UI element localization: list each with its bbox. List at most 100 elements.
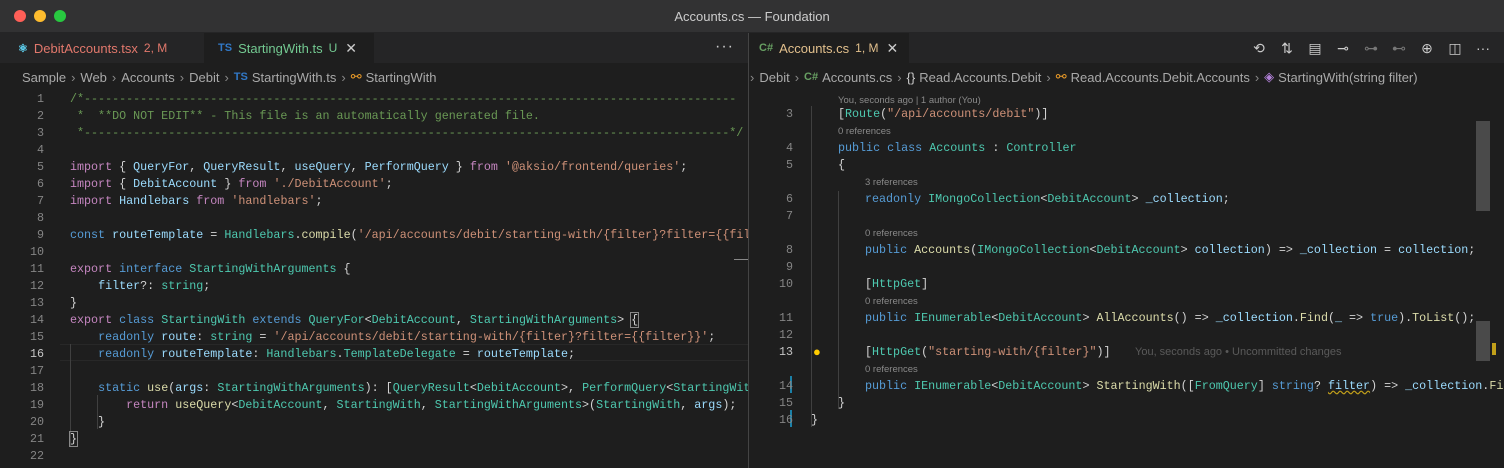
indent-guide [811, 106, 812, 427]
chevron-right-icon: › [897, 69, 902, 85]
git-compare-icon[interactable]: ⊕ [1418, 40, 1436, 57]
line-number: 16 [778, 413, 793, 427]
line-number: 19 [29, 398, 44, 412]
line-number: 7 [785, 209, 793, 223]
line-number: 12 [778, 328, 793, 342]
close-tab-icon[interactable]: ✕ [887, 40, 899, 57]
scrollbar-thumb[interactable] [1476, 321, 1490, 361]
line-number: 15 [29, 330, 44, 344]
code-editor-left[interactable]: 1 /*------------------------------------… [0, 91, 748, 468]
breadcrumb: Sample › Web › Accounts › Debit › TS Startin… [0, 63, 748, 91]
git-commit-icon[interactable]: ⊸ [1334, 40, 1352, 57]
chevron-right-icon: › [794, 69, 800, 85]
line-number: 10 [778, 277, 793, 291]
split-editor-icon[interactable]: ◫ [1446, 40, 1464, 57]
class-symbol-icon: ⚯ [350, 69, 362, 84]
left-editor-group: ⚛ DebitAccounts.tsx 2, M TS StartingWith… [0, 33, 748, 468]
tab-accounts-cs[interactable]: C# Accounts.cs 1, M ✕ [749, 33, 909, 63]
class-symbol-icon: ⚯ [1055, 69, 1067, 84]
namespace-icon: {} [906, 69, 916, 85]
breadcrumb-item[interactable]: Accounts [121, 70, 174, 85]
scrollbar-thumb[interactable] [1476, 121, 1490, 211]
code-line: import { QueryFor, QueryResult, useQuery… [70, 160, 688, 174]
codelens-references[interactable]: 0 references [865, 363, 918, 376]
more-actions-icon[interactable]: ··· [1474, 40, 1492, 56]
tab-status: U [328, 41, 338, 55]
code-line: import { DebitAccount } from './DebitAcc… [70, 177, 393, 191]
line-number: 7 [36, 194, 44, 208]
tab-startingwith-ts[interactable]: TS StartingWith.ts U ✕ [204, 33, 374, 63]
codelens-references[interactable]: 0 references [865, 227, 918, 240]
chevron-right-icon: › [224, 69, 229, 85]
right-tab-bar: C# Accounts.cs 1, M ✕ ⟲ ⇅ ▤ ⊸ ⊶ ⊷ ⊕ ◫ ··… [749, 33, 1504, 63]
line-number: 12 [29, 279, 44, 293]
code-line: static use(args: StartingWithArguments):… [98, 381, 748, 395]
line-number: 17 [29, 364, 44, 378]
codelens-references[interactable]: 0 references [838, 125, 891, 138]
git-blame-annotation: You, seconds ago • Uncommitted changes [1135, 346, 1342, 358]
code-line: readonly IMongoCollection<DebitAccount> … [865, 192, 1230, 206]
code-line: [HttpGet] [865, 277, 929, 291]
breadcrumb-item[interactable]: Read.Accounts.Debit [919, 70, 1041, 85]
close-tab-icon[interactable]: ✕ [345, 40, 357, 57]
tab-status: 1, M [855, 41, 879, 55]
previous-change-icon[interactable]: ⊶ [1362, 40, 1380, 57]
line-number: 1 [36, 92, 44, 106]
lightbulb-icon[interactable]: ● [813, 344, 821, 361]
codelens-references[interactable]: 3 references [865, 176, 918, 189]
line-number: 8 [785, 243, 793, 257]
open-changes-icon[interactable]: ⇅ [1278, 40, 1296, 57]
left-tab-bar: ⚛ DebitAccounts.tsx 2, M TS StartingWith… [0, 33, 748, 63]
chevron-right-icon: › [1046, 69, 1051, 85]
breadcrumb-item[interactable]: Debit [189, 70, 219, 85]
chevron-right-icon: › [750, 69, 755, 85]
line-number: 16 [29, 347, 44, 361]
line-number: 11 [29, 262, 44, 276]
window-title: Accounts.cs — Foundation [674, 9, 830, 24]
line-number: 11 [778, 311, 793, 325]
line-number: 10 [29, 245, 44, 259]
codelens-references[interactable]: 0 references [865, 295, 918, 308]
tab-label: Accounts.cs [779, 40, 850, 56]
code-line: export interface StartingWithArguments { [70, 262, 351, 276]
tab-label: StartingWith.ts [238, 40, 323, 56]
next-change-icon[interactable]: ⊷ [1390, 40, 1408, 57]
breadcrumb-item[interactable]: StartingWith(string filter) [1278, 70, 1417, 85]
open-file-icon[interactable]: ▤ [1306, 40, 1324, 57]
chevron-right-icon: › [341, 69, 346, 85]
code-line: *---------------------------------------… [70, 126, 744, 140]
line-number: 15 [778, 396, 793, 410]
code-line: } [838, 396, 846, 410]
code-line: public Accounts(IMongoCollection<DebitAc… [865, 243, 1476, 257]
chevron-right-icon: › [179, 69, 185, 85]
code-editor-right[interactable]: You, seconds ago | 1 author (You) 3 [Rou… [749, 91, 1504, 468]
code-line: public IEnumerable<DebitAccount> Startin… [865, 379, 1504, 393]
timeline-history-icon[interactable]: ⟲ [1250, 40, 1268, 57]
code-line: [Route("/api/accounts/debit")] [838, 107, 1049, 121]
typescript-icon: TS [233, 71, 248, 83]
line-number: 3 [36, 126, 44, 140]
line-number: 22 [29, 449, 44, 463]
code-line: /*--------------------------------------… [70, 92, 737, 106]
breadcrumb-item[interactable]: Web [80, 70, 107, 85]
breadcrumb-item[interactable]: Sample [22, 70, 66, 85]
editor-window: Accounts.cs — Foundation ⚛ DebitAccounts… [0, 0, 1504, 468]
breadcrumb-item[interactable]: Read.Accounts.Debit.Accounts [1071, 70, 1250, 85]
line-number: 9 [36, 228, 44, 242]
more-actions-icon[interactable]: ··· [715, 38, 734, 56]
line-number: 4 [36, 143, 44, 157]
code-line: const routeTemplate = Handlebars.compile… [70, 228, 748, 242]
overview-ruler-warning [1492, 343, 1496, 355]
code-line: readonly route: string = '/api/accounts/… [98, 330, 716, 344]
code-line: } [70, 415, 106, 429]
tab-status: 2, M [143, 41, 168, 55]
title-bar: Accounts.cs — Foundation [0, 0, 1504, 33]
breadcrumb-item[interactable]: StartingWith.ts [252, 70, 337, 85]
code-line: { [838, 158, 846, 172]
line-number: 8 [36, 211, 44, 225]
breadcrumb-item[interactable]: Debit [759, 70, 789, 85]
breadcrumb-item[interactable]: StartingWith [366, 70, 437, 85]
tab-debitaccounts-tsx[interactable]: ⚛ DebitAccounts.tsx 2, M [0, 33, 204, 63]
breadcrumb-item[interactable]: Accounts.cs [822, 70, 892, 85]
line-number: 14 [29, 313, 44, 327]
